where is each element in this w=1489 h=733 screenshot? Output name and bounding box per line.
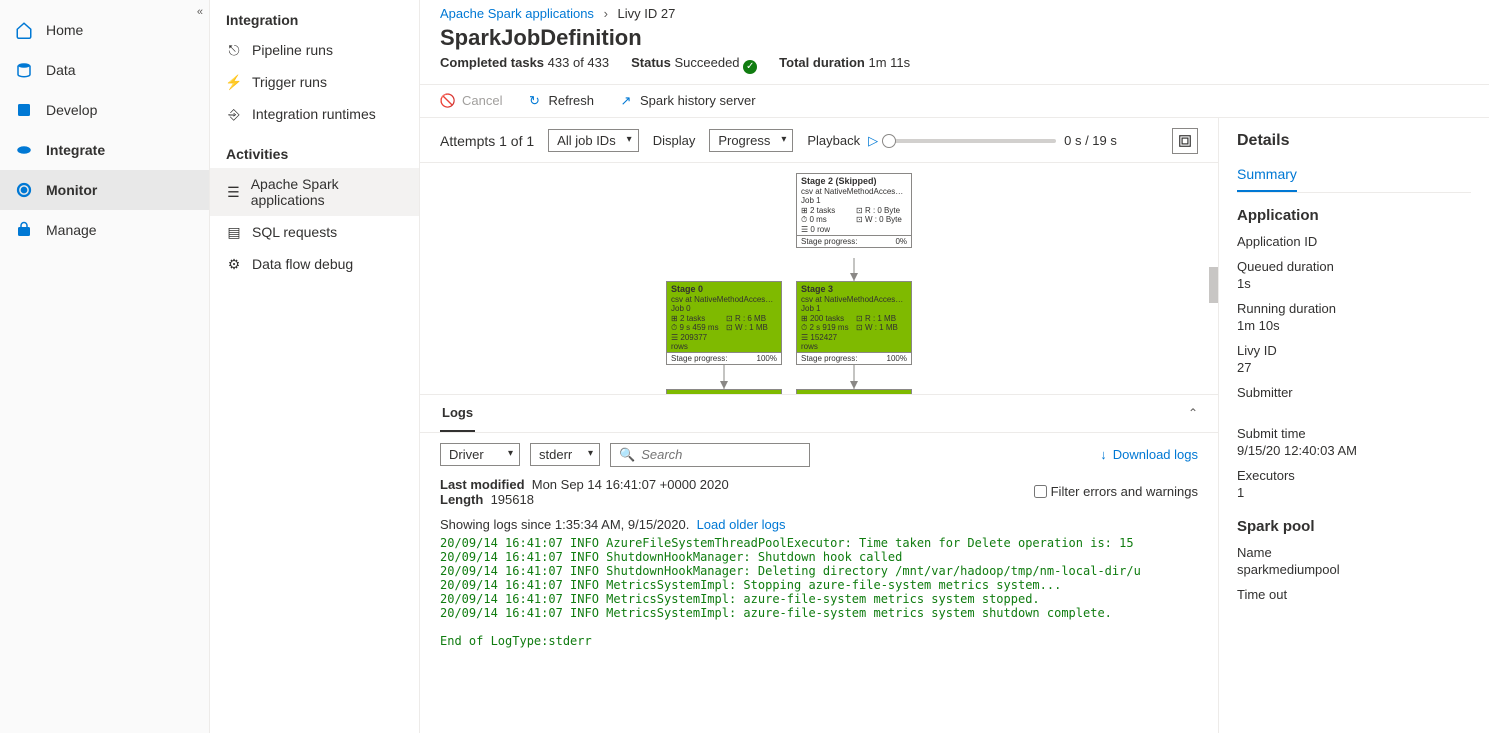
breadcrumb-current: Livy ID 27	[618, 6, 676, 21]
subnav-spark-apps[interactable]: ☰Apache Spark applications	[210, 168, 419, 216]
playback-slider[interactable]	[886, 139, 1056, 143]
stage-graph[interactable]: Stage 2 (Skipped) csv at NativeMethodAcc…	[420, 163, 1218, 395]
nav-integrate[interactable]: Integrate	[0, 130, 209, 170]
breadcrumb-parent[interactable]: Apache Spark applications	[440, 6, 594, 21]
nav-label: Manage	[46, 222, 97, 238]
nav-data[interactable]: Data	[0, 50, 209, 90]
display-select[interactable]: Progress	[709, 129, 793, 152]
external-link-icon: ↗	[618, 93, 634, 109]
status-row: Completed tasks 433 of 433 Status Succee…	[420, 53, 1489, 84]
toolbar: 🚫Cancel ↻Refresh ↗Spark history server	[420, 84, 1489, 118]
playback-time: 0 s / 19 s	[1064, 133, 1117, 148]
slider-thumb[interactable]	[882, 134, 896, 148]
nav-manage[interactable]: Manage	[0, 210, 209, 250]
log-output[interactable]: 20/09/14 16:41:07 INFO AzureFileSystemTh…	[420, 536, 1218, 656]
breadcrumb-sep: ›	[604, 6, 608, 21]
spark-icon: ☰	[226, 184, 241, 200]
spark-history-button[interactable]: ↗Spark history server	[618, 93, 756, 109]
subnav-header-integration: Integration	[210, 6, 419, 34]
details-panel: Details Summary Application Application …	[1219, 118, 1489, 733]
graph-scrollbar[interactable]	[1209, 267, 1218, 303]
nav-label: Integrate	[46, 142, 105, 158]
chevron-up-icon[interactable]: ⌃	[1188, 406, 1198, 420]
search-icon: 🔍	[619, 447, 635, 463]
cancel-button: 🚫Cancel	[440, 93, 502, 109]
stage-partial-box[interactable]	[666, 389, 782, 395]
filters-bar: Attempts 1 of 1 All job IDs Display Prog…	[420, 118, 1218, 163]
integrate-icon	[14, 140, 34, 160]
success-icon: ✓	[743, 60, 757, 74]
sql-icon: ▤	[226, 224, 242, 240]
refresh-button[interactable]: ↻Refresh	[526, 93, 594, 109]
play-icon[interactable]: ▷	[868, 133, 878, 149]
breadcrumb: Apache Spark applications › Livy ID 27	[420, 0, 1489, 21]
tab-summary[interactable]: Summary	[1237, 160, 1297, 192]
section-spark-pool: Spark pool	[1237, 518, 1471, 535]
stage-partial-box[interactable]	[796, 389, 912, 395]
stage-3-box[interactable]: Stage 3 csv at NativeMethodAccessor… Job…	[796, 281, 912, 365]
debug-icon: ⚙	[226, 256, 242, 272]
fullscreen-icon[interactable]	[1172, 128, 1198, 154]
load-older-logs-link[interactable]: Load older logs	[697, 517, 786, 532]
database-icon	[14, 60, 34, 80]
subnav-trigger-runs[interactable]: ⚡Trigger runs	[210, 66, 419, 98]
playback-label: Playback	[807, 133, 860, 148]
nav-label: Home	[46, 22, 83, 38]
pipeline-icon: ⎋	[226, 42, 242, 58]
logs-tab[interactable]: Logs	[440, 395, 475, 432]
code-icon	[14, 100, 34, 120]
refresh-icon: ↻	[526, 93, 542, 109]
details-title: Details	[1237, 132, 1471, 150]
log-source-select[interactable]: Driver	[440, 443, 520, 466]
logs-header: Logs ⌃	[420, 395, 1218, 433]
attempts-label: Attempts 1 of 1	[440, 133, 534, 149]
log-search-box[interactable]: 🔍	[610, 443, 810, 467]
nav-home[interactable]: Home	[0, 10, 209, 50]
stage-0-box[interactable]: Stage 0 csv at NativeMethodAccessor… Job…	[666, 281, 782, 365]
cancel-icon: 🚫	[440, 93, 456, 109]
subnav-dataflow-debug[interactable]: ⚙Data flow debug	[210, 248, 419, 280]
nav-label: Develop	[46, 102, 97, 118]
subnav-sql-requests[interactable]: ▤SQL requests	[210, 216, 419, 248]
nav-rail: « Home Data Develop Integrate Monitor Ma…	[0, 0, 210, 733]
subnav-header-activities: Activities	[210, 140, 419, 168]
filter-errors-checkbox[interactable]: Filter errors and warnings	[1034, 477, 1198, 507]
job-ids-select[interactable]: All job IDs	[548, 129, 639, 152]
subnav-integration-runtimes[interactable]: ⎆Integration runtimes	[210, 98, 419, 130]
runtime-icon: ⎆	[226, 106, 242, 122]
nav-develop[interactable]: Develop	[0, 90, 209, 130]
monitor-icon	[14, 180, 34, 200]
home-icon	[14, 20, 34, 40]
collapse-nav-icon[interactable]: «	[197, 6, 203, 18]
section-application: Application	[1237, 207, 1471, 224]
log-stream-select[interactable]: stderr	[530, 443, 600, 466]
download-logs-button[interactable]: ↓Download logs	[1100, 447, 1198, 462]
nav-monitor[interactable]: Monitor	[0, 170, 209, 210]
manage-icon	[14, 220, 34, 240]
log-search-input[interactable]	[641, 447, 801, 462]
nav-label: Monitor	[46, 182, 97, 198]
download-icon: ↓	[1100, 447, 1107, 462]
display-label: Display	[653, 133, 696, 148]
main: Apache Spark applications › Livy ID 27 S…	[420, 0, 1489, 733]
trigger-icon: ⚡	[226, 74, 242, 90]
nav-label: Data	[46, 62, 76, 78]
sub-nav: Integration ⎋Pipeline runs ⚡Trigger runs…	[210, 0, 420, 733]
subnav-pipeline-runs[interactable]: ⎋Pipeline runs	[210, 34, 419, 66]
page-title: SparkJobDefinition	[440, 25, 1469, 51]
stage-2-box[interactable]: Stage 2 (Skipped) csv at NativeMethodAcc…	[796, 173, 912, 248]
